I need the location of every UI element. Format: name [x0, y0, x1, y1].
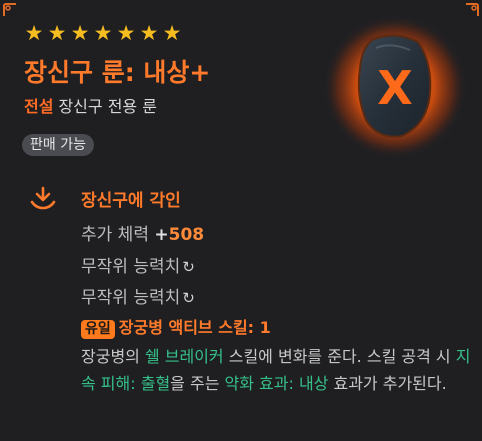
random-stat-label: 무작위 능력치	[81, 288, 181, 308]
skill-name: 장궁병 액티브 스킬	[118, 318, 248, 337]
bonus-stat-value: 508	[168, 225, 205, 245]
random-stat-line: 무작위 능력치 ↻	[81, 283, 195, 308]
rune-symbol: X	[377, 61, 412, 115]
skill-description: 장궁병의 쉘 브레이커 스킬에 변화를 준다. 스킬 공격 시 지속 피해: 출…	[81, 343, 473, 397]
star-icon: ★	[47, 21, 67, 45]
item-title: 장신구 룬: 내상+	[24, 58, 211, 87]
engrave-section-title: 장신구에 각인	[81, 191, 181, 211]
random-stat-line: 무작위 능력치 ↻	[81, 252, 195, 277]
skill-colon: :	[247, 318, 255, 337]
skill-level: 1	[259, 318, 271, 337]
star-icon: ★	[93, 21, 113, 45]
item-type-label: 장신구 전용 룬	[58, 97, 157, 116]
bonus-stat-sign: +	[154, 225, 169, 245]
bonus-stat-line: 추가 체력 +508	[81, 220, 204, 245]
star-icon: ★	[162, 21, 182, 45]
star-icon: ★	[24, 21, 44, 45]
star-rating: ★ ★ ★ ★ ★ ★ ★	[24, 22, 182, 44]
unique-tag: 유일	[81, 320, 115, 339]
item-subtitle: 전설 장신구 전용 룬	[24, 93, 157, 117]
engrave-arrow-icon	[30, 186, 56, 210]
corner-ornament-icon	[3, 3, 16, 16]
star-icon: ★	[116, 21, 136, 45]
description-text: 효과가 추가된다.	[328, 374, 447, 393]
description-text: 을 주는	[170, 374, 225, 393]
effect-highlight: 약화 효과: 내상	[224, 374, 329, 393]
sale-status-badge: 판매 가능	[22, 134, 94, 156]
star-icon: ★	[139, 21, 159, 45]
rune-tooltip: ★ ★ ★ ★ ★ ★ ★ 장신구 룬: 내상+ 전설 장신구 전용 룬 X 판…	[0, 0, 482, 441]
grade-label: 전설	[24, 97, 54, 116]
skill-name-highlight: 쉘 브레이커	[144, 347, 224, 366]
refresh-icon: ↻	[182, 258, 195, 276]
bonus-stat-label: 추가 체력	[81, 225, 149, 245]
random-stat-label: 무작위 능력치	[81, 257, 181, 277]
unique-skill-line: 유일 장궁병 액티브 스킬: 1	[81, 314, 271, 339]
star-icon: ★	[70, 21, 90, 45]
rune-stone-icon: X	[323, 15, 467, 159]
description-text: 스킬에 변화를 준다. 스킬 공격 시	[223, 347, 456, 366]
refresh-icon: ↻	[182, 289, 195, 307]
description-text: 장궁병의	[81, 347, 145, 366]
